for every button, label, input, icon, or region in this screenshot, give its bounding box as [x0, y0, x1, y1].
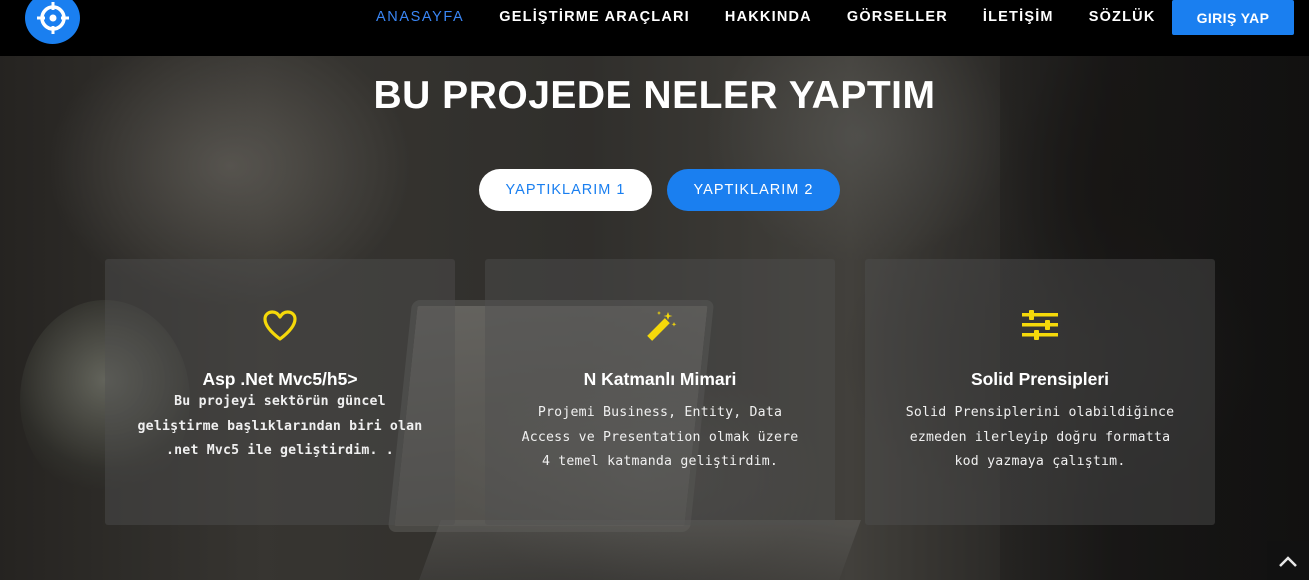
nav-link-hakkinda[interactable]: HAKKINDA [725, 9, 812, 25]
tab-yaptiklarim-2[interactable]: YAPTIKLARIM 2 [667, 169, 840, 211]
feature-card-mvc5: Asp .Net Mvc5/h5> Bu projeyi sektörün gü… [105, 259, 455, 525]
nav-link-gorseller[interactable]: GÖRSELLER [847, 9, 948, 25]
card-title: N Katmanlı Mimari [583, 369, 737, 389]
feature-card-n-katmanli: N Katmanlı Mimari Projemi Business, Enti… [485, 259, 835, 525]
heart-icon [105, 309, 455, 345]
card-description: Solid Prensiplerini olabildiğince ezmede… [905, 405, 1175, 469]
card-description: Projemi Business, Entity, Data Access ve… [521, 405, 799, 469]
card-title: Solid Prensipleri [970, 369, 1110, 389]
top-navbar: ANASAYFA GELİŞTİRME ARAÇLARI HAKKINDA GÖ… [0, 0, 1309, 56]
sliders-icon [865, 309, 1215, 345]
nav-link-gelistirme-araclari[interactable]: GELİŞTİRME ARAÇLARI [499, 9, 690, 25]
nav-link-sozluk[interactable]: SÖZLÜK [1089, 9, 1156, 25]
magic-wand-icon [485, 309, 835, 345]
card-title: Asp .Net Mvc5/h5> [202, 369, 358, 389]
section-title: BU PROJEDE NELER YAPTIM [373, 74, 936, 117]
scroll-to-top-button[interactable] [1267, 541, 1309, 580]
nav-link-anasayfa[interactable]: ANASAYFA [376, 9, 464, 25]
chevron-up-icon [1279, 555, 1297, 567]
card-description: Bu projeyi sektörün güncel geliştirme ba… [137, 394, 423, 458]
feature-card-solid: Solid Prensipleri Solid Prensiplerini ol… [865, 259, 1215, 525]
tab-yaptiklarim-1[interactable]: YAPTIKLARIM 1 [479, 169, 652, 211]
nav-link-iletisim[interactable]: İLETİŞİM [983, 9, 1054, 25]
logo-crosshair-icon[interactable] [25, 0, 80, 44]
login-button[interactable]: GIRIŞ YAP [1172, 0, 1294, 35]
main-navigation: ANASAYFA GELİŞTİRME ARAÇLARI HAKKINDA GÖ… [376, 0, 1191, 34]
